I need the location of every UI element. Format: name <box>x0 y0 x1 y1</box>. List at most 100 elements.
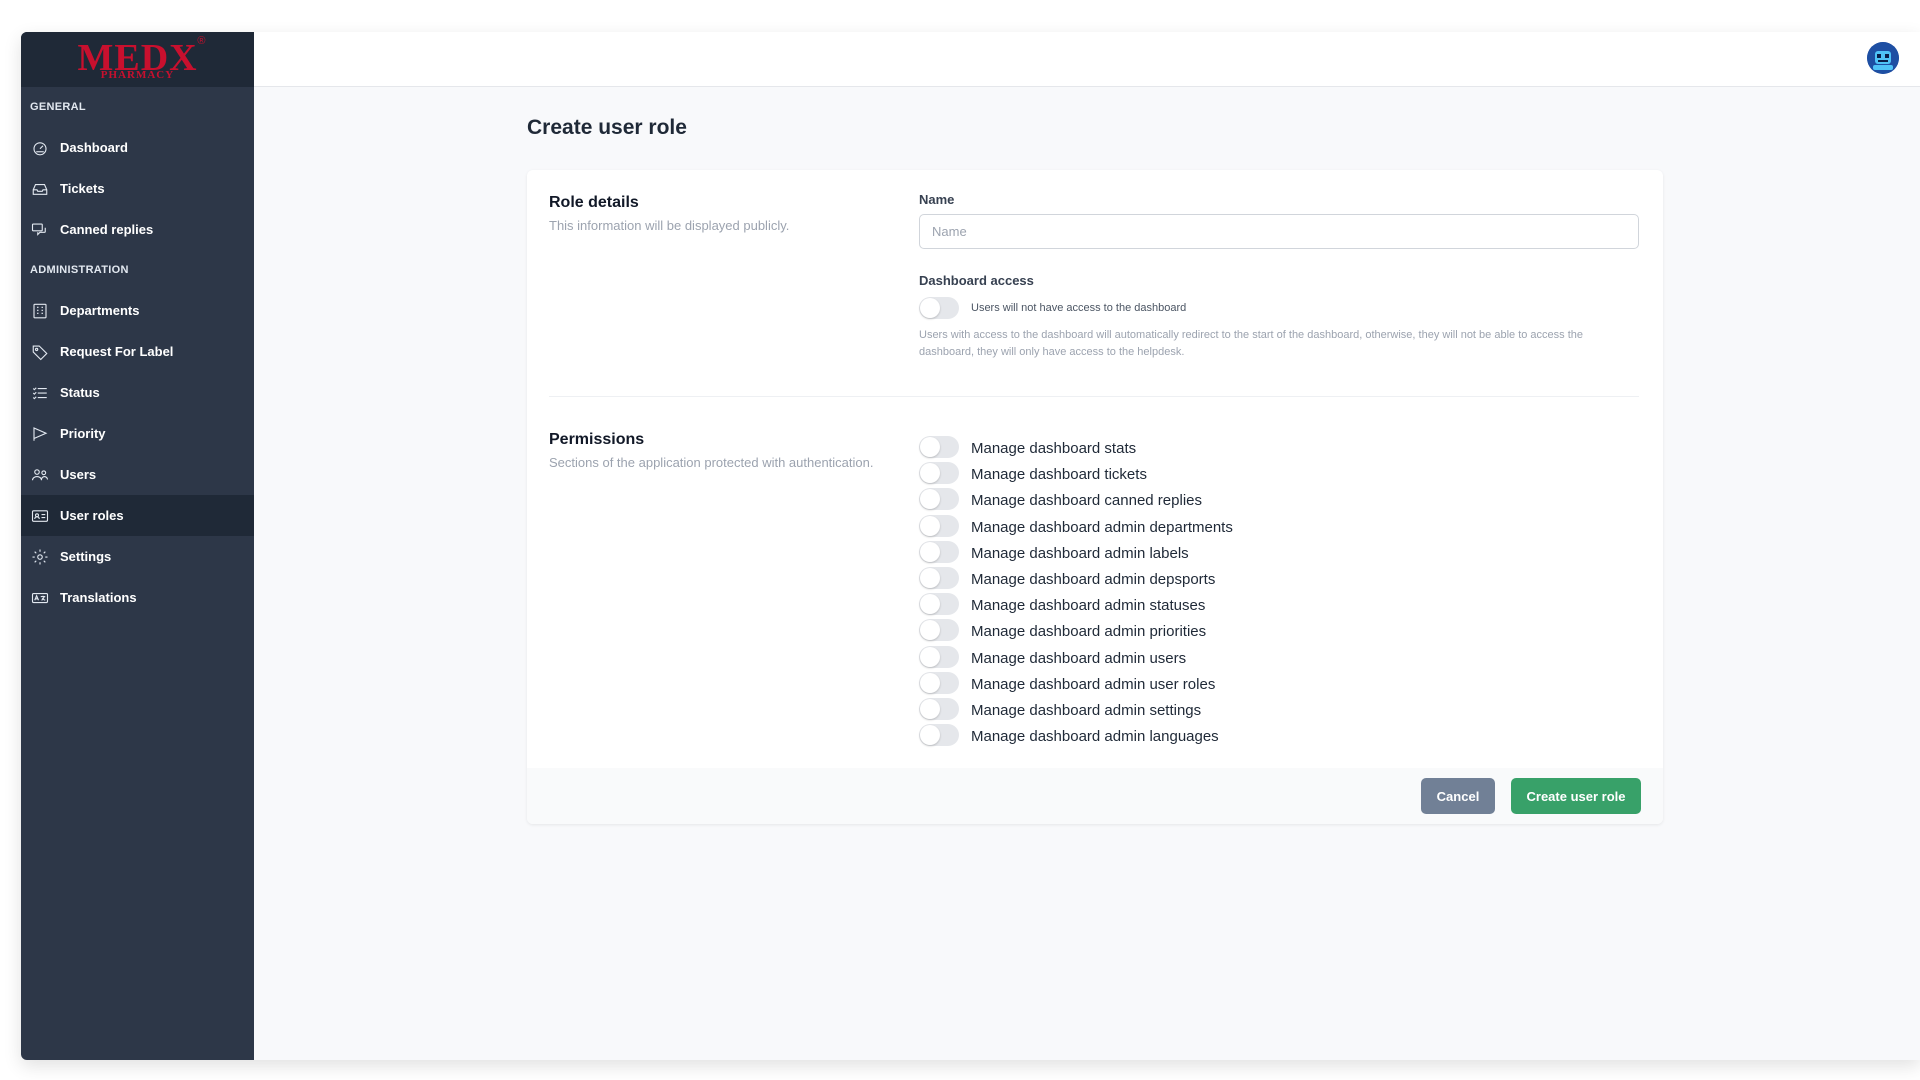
permission-row: Manage dashboard admin languages <box>919 724 1419 750</box>
brand-logo[interactable]: MEDX PHARMACY ® <box>78 35 206 83</box>
sidebar-item-user-roles[interactable]: User roles <box>21 495 254 536</box>
permissions-description: Sections of the application protected wi… <box>549 455 874 470</box>
sidebar-section-general: GENERAL <box>30 101 86 113</box>
permission-label: Manage dashboard admin depsports <box>971 571 1216 588</box>
translate-icon <box>30 588 50 608</box>
toggle-knob <box>920 725 940 746</box>
sidebar-item-label: Tickets <box>60 181 105 196</box>
sidebar-admin-list: Departments Request For Label Status Priori… <box>21 290 254 618</box>
sidebar-item-canned-replies[interactable]: Canned replies <box>21 209 254 250</box>
permission-label: Manage dashboard admin languages <box>971 728 1219 746</box>
permission-row: Manage dashboard stats <box>919 436 1419 462</box>
sidebar-item-dashboard[interactable]: Dashboard <box>21 127 254 168</box>
role-details-title: Role details <box>549 194 639 211</box>
tag-icon <box>30 342 50 362</box>
sidebar-item-request-for-label[interactable]: Request For Label <box>21 331 254 372</box>
toggle-knob <box>920 515 940 536</box>
dashboard-access-label: Dashboard access <box>919 273 1034 288</box>
dashboard-access-state: Users will not have access to the dashbo… <box>971 302 1187 314</box>
permission-toggle-manage-dashboard-tickets[interactable] <box>919 462 959 485</box>
sidebar: MEDX PHARMACY ® GENERAL Dashboard Tickets… <box>21 32 254 1060</box>
permission-label: Manage dashboard admin settings <box>971 702 1202 719</box>
permission-toggle-manage-dashboard-admin-users[interactable] <box>919 645 959 668</box>
sidebar-item-settings[interactable]: Settings <box>21 536 254 577</box>
create-user-role-button[interactable]: Create user role <box>1511 778 1641 814</box>
form-footer: Cancel Create user role <box>527 768 1663 824</box>
cancel-button[interactable]: Cancel <box>1421 778 1495 814</box>
toggle-knob <box>920 463 940 484</box>
permission-label: Manage dashboard stats <box>971 440 1137 457</box>
permission-row: Manage dashboard admin depsports <box>919 567 1419 593</box>
dashboard-access-toggle[interactable] <box>919 297 959 319</box>
permission-row: Manage dashboard admin departments <box>919 514 1419 541</box>
avatar-image <box>1867 42 1899 74</box>
permission-row: Manage dashboard admin settings <box>919 698 1419 724</box>
permission-toggle-manage-dashboard-admin-languages[interactable] <box>919 724 959 747</box>
sidebar-item-label: Status <box>60 385 100 400</box>
permission-toggle-manage-dashboard-admin-user-roles[interactable] <box>919 671 959 694</box>
permission-row: Manage dashboard admin users <box>919 645 1419 672</box>
permission-label: Manage dashboard admin user roles <box>971 675 1216 693</box>
dashboard-access-help: Users with access to the dashboard will … <box>919 329 1584 358</box>
permission-label: Manage dashboard admin statuses <box>971 597 1206 615</box>
toggle-knob <box>920 568 940 588</box>
permission-toggle-manage-dashboard-admin-departments[interactable] <box>919 514 959 537</box>
building-icon <box>30 301 50 321</box>
sidebar-item-label: Translations <box>60 590 137 605</box>
avatar[interactable] <box>1867 42 1899 74</box>
toggle-knob <box>920 672 940 693</box>
toggle-knob <box>920 298 940 318</box>
sidebar-item-label: Settings <box>60 549 112 564</box>
sidebar-item-translations[interactable]: Translations <box>21 577 254 618</box>
role-form-card: Role details This information will be di… <box>527 170 1663 824</box>
logo-bar: MEDX PHARMACY ® <box>21 32 254 87</box>
name-input[interactable] <box>919 214 1639 249</box>
sidebar-item-status[interactable]: Status <box>21 372 254 413</box>
toggle-knob <box>920 646 940 667</box>
role-details-description: This information will be displayed publi… <box>549 218 790 233</box>
sidebar-item-label: User roles <box>60 508 124 523</box>
permission-row: Manage dashboard tickets <box>919 462 1419 488</box>
id-card-icon <box>30 506 50 526</box>
toggle-knob <box>920 620 940 641</box>
sidebar-item-users[interactable]: Users <box>21 454 254 495</box>
permission-label: Manage dashboard tickets <box>971 466 1147 484</box>
sidebar-item-tickets[interactable]: Tickets <box>21 168 254 209</box>
section-divider <box>549 396 1639 397</box>
toggle-knob <box>920 437 940 457</box>
flag-icon <box>30 424 50 444</box>
permissions-title: Permissions <box>549 431 645 448</box>
permission-row: Manage dashboard admin statuses <box>919 593 1419 619</box>
sidebar-item-priority[interactable]: Priority <box>21 413 254 454</box>
toggle-knob <box>920 489 940 510</box>
permission-row: Manage dashboard canned replies <box>919 488 1419 514</box>
inbox-icon <box>30 179 50 199</box>
permission-row: Manage dashboard admin user roles <box>919 671 1419 698</box>
chat-bubbles-icon <box>30 220 50 240</box>
permission-toggle-manage-dashboard-admin-priorities[interactable] <box>919 619 959 642</box>
permission-row: Manage dashboard admin priorities <box>919 619 1419 645</box>
permission-toggle-manage-dashboard-admin-labels[interactable] <box>919 540 959 563</box>
app-window: MEDX PHARMACY ® GENERAL Dashboard Tickets… <box>21 32 1920 1060</box>
permission-label: Manage dashboard admin departments <box>971 518 1233 536</box>
gauge-icon <box>30 138 50 158</box>
users-icon <box>30 465 50 485</box>
permission-toggle-manage-dashboard-admin-depsports[interactable] <box>919 567 959 589</box>
permission-label: Manage dashboard canned replies <box>971 492 1202 510</box>
name-label: Name <box>919 192 955 207</box>
permission-toggle-manage-dashboard-admin-settings[interactable] <box>919 698 959 720</box>
list-icon <box>30 383 50 403</box>
permission-row: Manage dashboard admin labels <box>919 540 1419 567</box>
permission-toggle-manage-dashboard-admin-statuses[interactable] <box>919 593 959 616</box>
top-header <box>254 32 1920 87</box>
sidebar-general-list: Dashboard Tickets Canned replies <box>21 127 254 250</box>
toggle-knob <box>920 541 940 562</box>
permission-label: Manage dashboard admin labels <box>971 544 1189 562</box>
permission-toggle-manage-dashboard-canned-replies[interactable] <box>919 488 959 511</box>
sidebar-item-departments[interactable]: Departments <box>21 290 254 331</box>
gear-icon <box>30 547 50 567</box>
permission-label: Manage dashboard admin users <box>971 649 1187 667</box>
permission-toggle-manage-dashboard-stats[interactable] <box>919 436 959 458</box>
toggle-knob <box>920 699 940 719</box>
sidebar-item-label: Dashboard <box>60 140 128 155</box>
